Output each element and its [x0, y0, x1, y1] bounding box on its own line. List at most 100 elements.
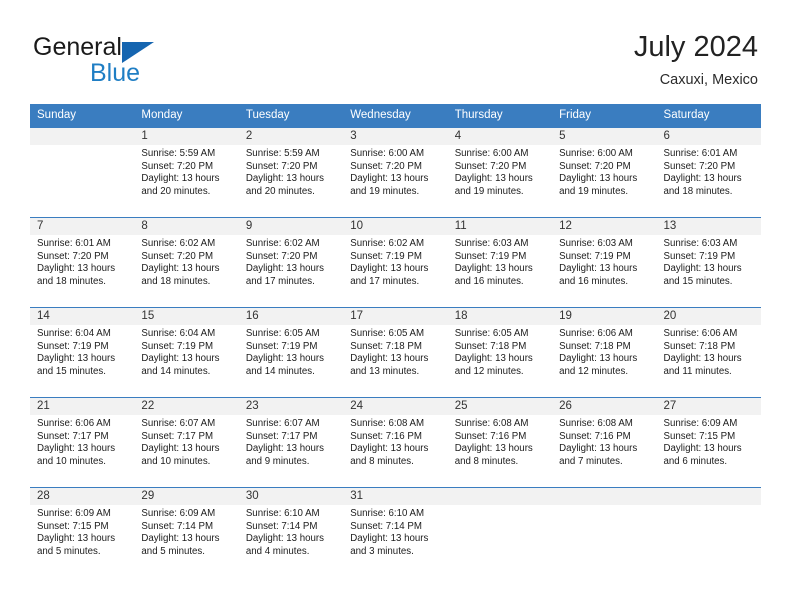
daylight-line-2: and 5 minutes.: [37, 545, 101, 557]
day-cell[interactable]: [447, 487, 553, 577]
daylight-line-2: and 18 minutes.: [141, 275, 211, 287]
daylight-line-1: Daylight: 13 hours: [350, 533, 429, 545]
sunrise-line: Sunrise: 6:02 AM: [350, 238, 425, 249]
day-cell[interactable]: 30 Sunrise: 6:10 AM Sunset: 7:14 PM Dayligh…: [238, 487, 344, 577]
sunset-line: Sunset: 7:20 PM: [245, 160, 318, 172]
weekday-header-wednesday: Wednesday: [343, 104, 448, 127]
sunrise-line: Sunrise: 6:09 AM: [37, 508, 111, 519]
day-cell[interactable]: 8 Sunrise: 6:02 AM Sunset: 7:20 PM Daylight…: [134, 217, 239, 307]
sunset-line: Sunset: 7:19 PM: [37, 340, 109, 352]
day-cell[interactable]: 22 Sunrise: 6:07 AM Sunset: 7:17 PM Dayligh…: [134, 397, 239, 487]
sunrise-line: Sunrise: 6:09 AM: [141, 508, 216, 519]
day-number: 29: [134, 488, 239, 505]
daylight-line-1: Daylight: 13 hours: [454, 173, 533, 185]
day-cell[interactable]: 18 Sunrise: 6:05 AM Sunset: 7:18 PM Dayligh…: [447, 307, 553, 397]
sunrise-line: Sunrise: 6:06 AM: [37, 418, 111, 429]
daylight-line-1: Daylight: 13 hours: [245, 443, 324, 455]
sunset-line: Sunset: 7:16 PM: [454, 430, 527, 442]
day-cell[interactable]: 6 Sunrise: 6:01 AM Sunset: 7:20 PM Daylight…: [656, 127, 761, 217]
sunset-line: Sunset: 7:19 PM: [454, 250, 527, 262]
daylight-line-1: Daylight: 13 hours: [663, 443, 742, 455]
day-details: [657, 505, 761, 508]
day-number: 14: [30, 308, 135, 325]
page-title: July 2024: [633, 31, 758, 63]
day-cell[interactable]: 27 Sunrise: 6:09 AM Sunset: 7:15 PM Dayligh…: [656, 397, 761, 487]
daylight-line-1: Daylight: 13 hours: [37, 353, 116, 365]
day-number: 13: [656, 218, 761, 235]
weekday-header-thursday: Thursday: [447, 104, 553, 127]
day-number: 1: [134, 128, 239, 145]
daylight-line-2: and 16 minutes.: [454, 275, 524, 287]
calendar-grid: Sunday Monday Tuesday Wednesday Thursday…: [30, 104, 761, 577]
page-header: General Blue July 2024 Caxuxi, Mexico: [0, 0, 792, 100]
day-cell[interactable]: 21 Sunrise: 6:06 AM Sunset: 7:17 PM Dayligh…: [30, 397, 135, 487]
day-number: 7: [30, 218, 135, 235]
daylight-line-1: Daylight: 13 hours: [141, 173, 220, 185]
day-number: 8: [134, 218, 239, 235]
sunrise-line: Sunrise: 6:10 AM: [350, 508, 425, 519]
daylight-line-1: Daylight: 13 hours: [350, 263, 429, 275]
day-cell[interactable]: 25 Sunrise: 6:08 AM Sunset: 7:16 PM Dayligh…: [447, 397, 553, 487]
calendar-week-row: 1 Sunrise: 5:59 AM Sunset: 7:20 PM Daylight…: [30, 127, 761, 217]
day-cell[interactable]: 11 Sunrise: 6:03 AM Sunset: 7:19 PM Dayligh…: [447, 217, 553, 307]
daylight-line-1: Daylight: 13 hours: [350, 443, 429, 455]
day-cell[interactable]: 3 Sunrise: 6:00 AM Sunset: 7:20 PM Daylight…: [343, 127, 448, 217]
day-cell[interactable]: 15 Sunrise: 6:04 AM Sunset: 7:19 PM Dayligh…: [134, 307, 239, 397]
daylight-line-2: and 17 minutes.: [245, 275, 315, 287]
day-number: [447, 488, 553, 505]
sunrise-line: Sunrise: 6:05 AM: [245, 328, 320, 339]
sunset-line: Sunset: 7:16 PM: [559, 430, 631, 442]
day-cell[interactable]: 14 Sunrise: 6:04 AM Sunset: 7:19 PM Dayligh…: [30, 307, 135, 397]
day-details: Sunrise: 6:04 AM Sunset: 7:19 PM Daylight:…: [134, 325, 238, 378]
sunset-line: Sunset: 7:14 PM: [245, 520, 318, 532]
sunrise-line: Sunrise: 6:05 AM: [350, 328, 425, 339]
sunset-line: Sunset: 7:20 PM: [37, 250, 109, 262]
calendar-week-row: 7 Sunrise: 6:01 AM Sunset: 7:20 PM Daylight…: [30, 217, 761, 307]
day-cell[interactable]: 19 Sunrise: 6:06 AM Sunset: 7:18 PM Dayligh…: [552, 307, 657, 397]
day-cell[interactable]: 24 Sunrise: 6:08 AM Sunset: 7:16 PM Dayligh…: [343, 397, 448, 487]
day-cell[interactable]: 2 Sunrise: 5:59 AM Sunset: 7:20 PM Daylight…: [238, 127, 344, 217]
day-number: 4: [447, 128, 553, 145]
daylight-line-1: Daylight: 13 hours: [454, 443, 533, 455]
day-cell[interactable]: 31 Sunrise: 6:10 AM Sunset: 7:14 PM Dayligh…: [343, 487, 448, 577]
day-cell[interactable]: 20 Sunrise: 6:06 AM Sunset: 7:18 PM Dayligh…: [656, 307, 761, 397]
day-details: Sunrise: 6:00 AM Sunset: 7:20 PM Daylight:…: [448, 145, 552, 198]
day-details: [552, 505, 656, 508]
day-number: 5: [552, 128, 657, 145]
calendar-week-row: 28 Sunrise: 6:09 AM Sunset: 7:15 PM Dayligh…: [30, 487, 761, 577]
daylight-line-1: Daylight: 13 hours: [559, 443, 638, 455]
day-cell[interactable]: 17 Sunrise: 6:05 AM Sunset: 7:18 PM Dayligh…: [343, 307, 448, 397]
day-cell[interactable]: [552, 487, 657, 577]
day-cell[interactable]: 16 Sunrise: 6:05 AM Sunset: 7:19 PM Dayligh…: [238, 307, 344, 397]
day-details: Sunrise: 6:05 AM Sunset: 7:18 PM Daylight:…: [448, 325, 552, 378]
day-cell[interactable]: [656, 487, 761, 577]
day-cell[interactable]: 1 Sunrise: 5:59 AM Sunset: 7:20 PM Daylight…: [134, 127, 239, 217]
sunset-line: Sunset: 7:18 PM: [454, 340, 527, 352]
sunset-line: Sunset: 7:19 PM: [559, 250, 631, 262]
sunrise-line: Sunrise: 6:04 AM: [141, 328, 216, 339]
sunset-line: Sunset: 7:19 PM: [663, 250, 736, 262]
daylight-line-1: Daylight: 13 hours: [559, 353, 638, 365]
day-number: 23: [238, 398, 344, 415]
day-cell[interactable]: 26 Sunrise: 6:08 AM Sunset: 7:16 PM Dayligh…: [552, 397, 657, 487]
day-details: Sunrise: 6:05 AM Sunset: 7:18 PM Daylight:…: [343, 325, 447, 378]
daylight-line-1: Daylight: 13 hours: [454, 353, 533, 365]
day-cell[interactable]: 12 Sunrise: 6:03 AM Sunset: 7:19 PM Dayligh…: [552, 217, 657, 307]
day-cell[interactable]: 5 Sunrise: 6:00 AM Sunset: 7:20 PM Daylight…: [552, 127, 657, 217]
day-cell[interactable]: 7 Sunrise: 6:01 AM Sunset: 7:20 PM Daylight…: [30, 217, 135, 307]
day-cell[interactable]: 28 Sunrise: 6:09 AM Sunset: 7:15 PM Dayligh…: [30, 487, 135, 577]
day-number: 10: [343, 218, 448, 235]
day-cell[interactable]: 29 Sunrise: 6:09 AM Sunset: 7:14 PM Dayligh…: [134, 487, 239, 577]
day-cell[interactable]: 23 Sunrise: 6:07 AM Sunset: 7:17 PM Dayligh…: [238, 397, 344, 487]
sunrise-line: Sunrise: 6:00 AM: [454, 148, 529, 159]
day-cell[interactable]: 4 Sunrise: 6:00 AM Sunset: 7:20 PM Daylight…: [447, 127, 553, 217]
day-cell[interactable]: 10 Sunrise: 6:02 AM Sunset: 7:19 PM Dayligh…: [343, 217, 448, 307]
sunrise-line: Sunrise: 6:09 AM: [663, 418, 738, 429]
sunrise-line: Sunrise: 6:03 AM: [454, 238, 529, 249]
day-details: Sunrise: 6:09 AM Sunset: 7:15 PM Daylight:…: [30, 505, 134, 558]
day-cell[interactable]: 13 Sunrise: 6:03 AM Sunset: 7:19 PM Dayligh…: [656, 217, 761, 307]
day-cell[interactable]: [30, 127, 135, 217]
sunset-line: Sunset: 7:19 PM: [141, 340, 214, 352]
day-cell[interactable]: 9 Sunrise: 6:02 AM Sunset: 7:20 PM Daylight…: [238, 217, 344, 307]
sunrise-line: Sunrise: 6:00 AM: [559, 148, 633, 159]
